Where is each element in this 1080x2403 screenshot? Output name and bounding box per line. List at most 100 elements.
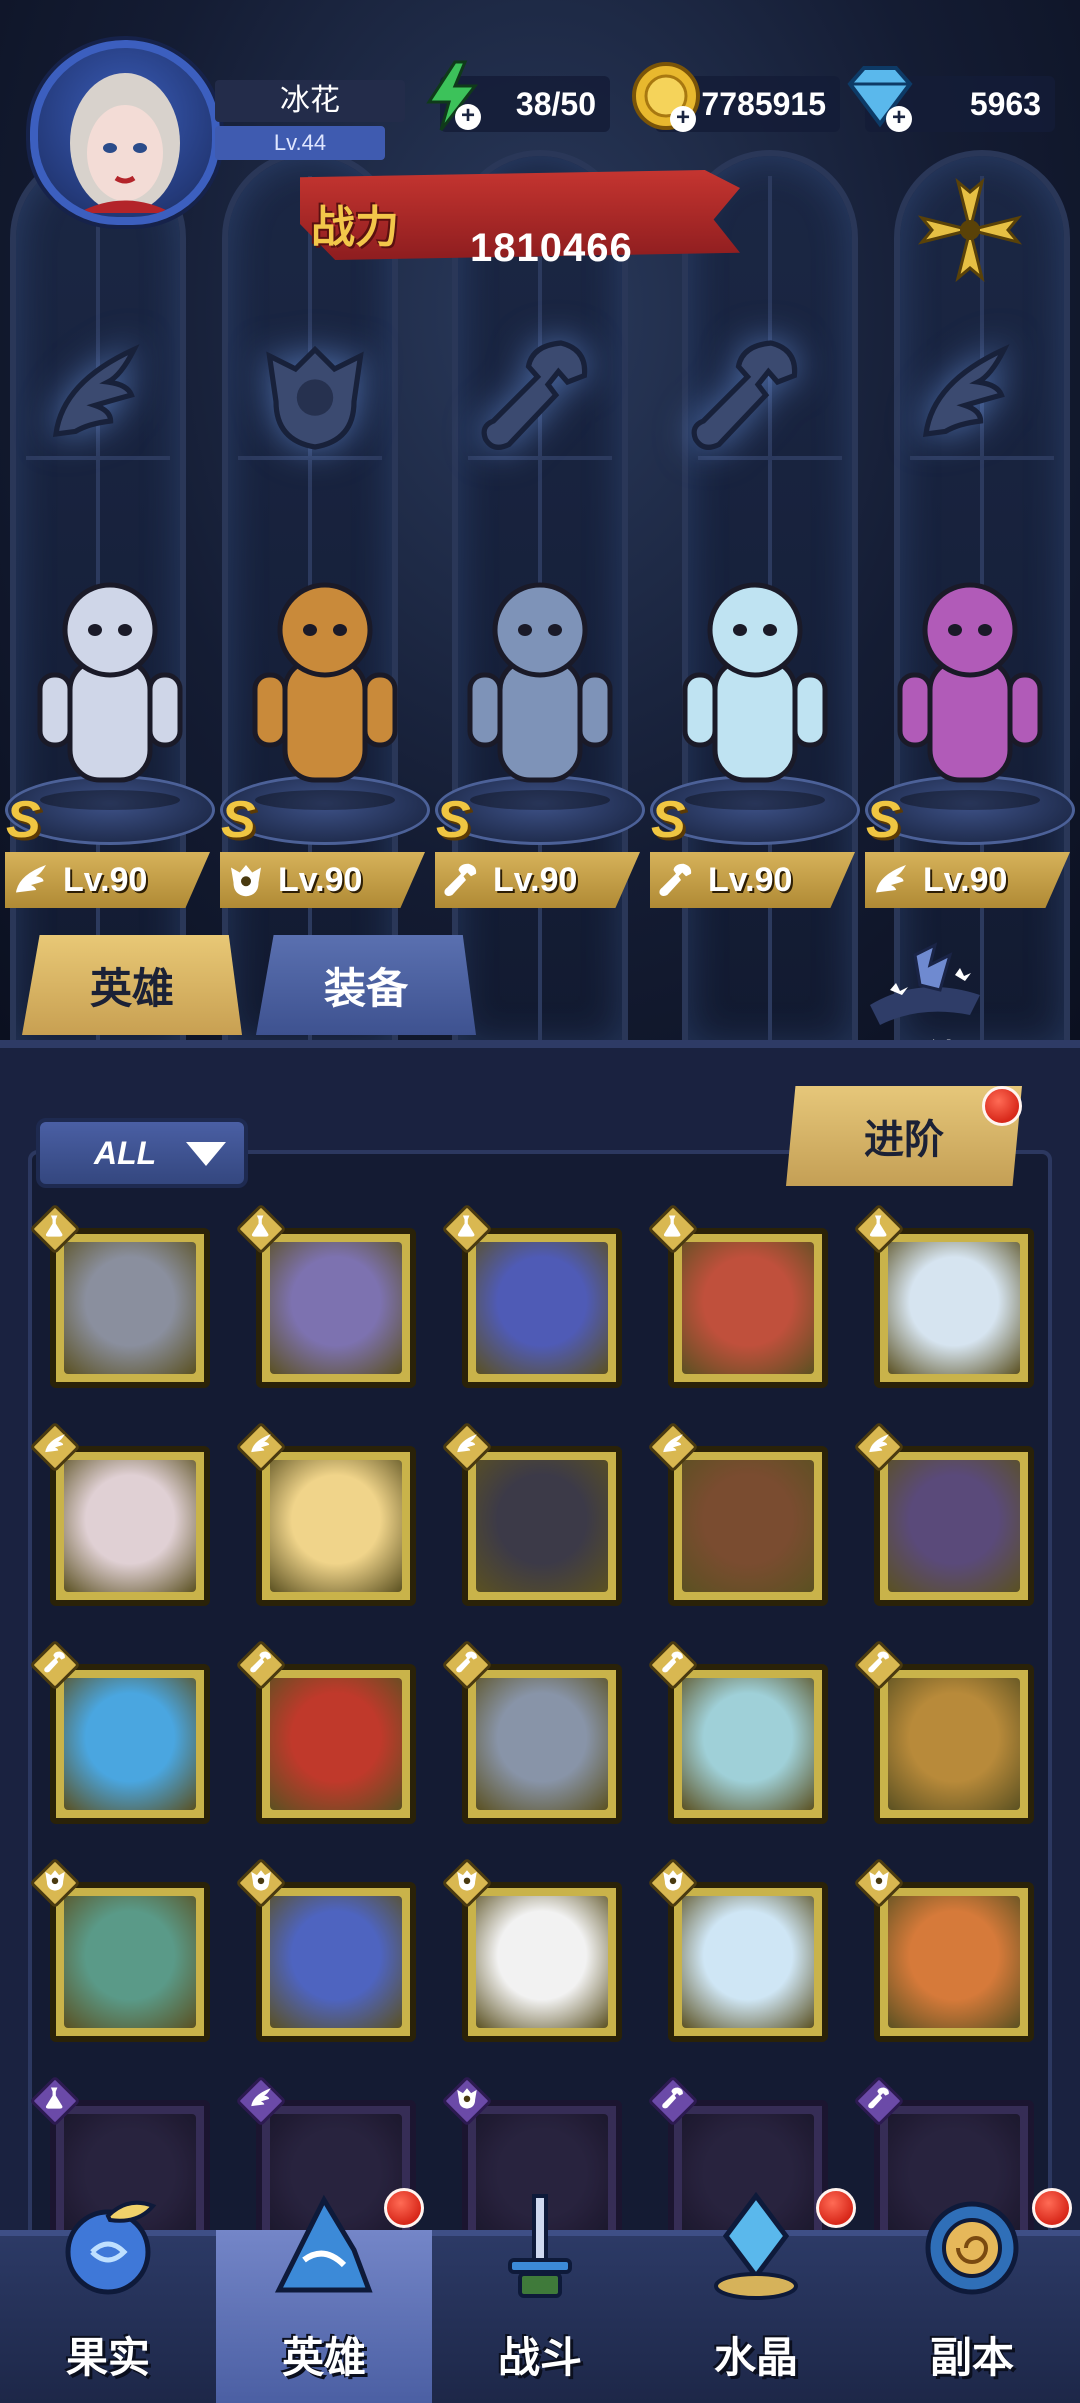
hero-portrait bbox=[476, 1242, 608, 1374]
rank-badge: S bbox=[436, 791, 471, 849]
nav-label: 副本 bbox=[929, 2334, 1014, 2381]
power-label: 战力 bbox=[311, 203, 399, 252]
energy-value: 38/50 bbox=[515, 85, 596, 122]
beast-icon bbox=[441, 1857, 493, 1909]
hero-portrait bbox=[476, 1896, 608, 2028]
chevron-down-icon[interactable] bbox=[186, 1142, 226, 1166]
wrench-icon bbox=[853, 2075, 905, 2127]
wrench-icon bbox=[647, 1639, 699, 1691]
settings-flower-icon[interactable] bbox=[910, 170, 1030, 290]
nav-label: 水晶 bbox=[713, 2334, 798, 2381]
power-badge: 战力 bbox=[295, 178, 415, 268]
wrench-icon bbox=[853, 1639, 905, 1691]
hero-portrait bbox=[682, 1678, 814, 1810]
wrench-icon bbox=[441, 1639, 493, 1691]
nav-label: 英雄 bbox=[281, 2334, 366, 2381]
flask-icon bbox=[853, 1203, 905, 1255]
hero-portrait bbox=[476, 1460, 608, 1592]
rank-badge: S bbox=[221, 791, 256, 849]
nav-label: 果实 bbox=[65, 2334, 150, 2381]
team-hero-figure[interactable] bbox=[10, 550, 210, 810]
hero-hat-icon bbox=[264, 2190, 384, 2310]
add-gems-button[interactable]: + bbox=[886, 106, 912, 132]
nav-alert-dot bbox=[1032, 2188, 1072, 2228]
crystal-icon bbox=[696, 2186, 816, 2306]
wing-icon bbox=[235, 1421, 287, 1473]
wrench-icon bbox=[29, 1639, 81, 1691]
filter-label: ALL bbox=[94, 1134, 157, 1171]
nav-item[interactable]: 副本 bbox=[864, 2186, 1080, 2403]
beast-icon bbox=[221, 852, 271, 908]
wing-icon bbox=[866, 852, 916, 908]
tab-equipment-label: 装备 bbox=[323, 964, 408, 1012]
beast-icon bbox=[853, 1857, 905, 1909]
wing-icon bbox=[29, 1421, 81, 1473]
hero-portrait bbox=[888, 1896, 1020, 2028]
wrench-emblem-icon bbox=[680, 330, 810, 460]
add-gold-button[interactable]: + bbox=[670, 106, 696, 132]
team-hero-figure[interactable] bbox=[655, 550, 855, 810]
wrench-icon bbox=[647, 2075, 699, 2127]
dungeon-icon bbox=[912, 2186, 1032, 2306]
flask-icon bbox=[441, 1203, 493, 1255]
nav-item[interactable]: 水晶 bbox=[648, 2186, 864, 2403]
flask-icon bbox=[647, 1203, 699, 1255]
wing-emblem-icon bbox=[30, 330, 160, 460]
wing-icon bbox=[647, 1421, 699, 1473]
hero-portrait bbox=[270, 1242, 402, 1374]
diamond-icon[interactable]: + bbox=[842, 58, 918, 134]
hero-portrait bbox=[64, 1242, 196, 1374]
player-name: 冰花 bbox=[215, 80, 405, 122]
hero-portrait bbox=[682, 1242, 814, 1374]
gem-value: 5963 bbox=[969, 85, 1041, 122]
nav-label: 战斗 bbox=[497, 2334, 582, 2381]
player-avatar[interactable] bbox=[30, 40, 220, 225]
hero-portrait bbox=[682, 1460, 814, 1592]
sword-icon bbox=[480, 2186, 600, 2306]
tab-heroes-label: 英雄 bbox=[89, 964, 174, 1012]
team-hero-figure[interactable] bbox=[440, 550, 640, 810]
hero-portrait bbox=[888, 1460, 1020, 1592]
hero-portrait bbox=[270, 1678, 402, 1810]
nav-item[interactable]: 英雄 bbox=[216, 2188, 432, 2403]
rank-badge: S bbox=[6, 791, 41, 849]
wing-icon bbox=[235, 2075, 287, 2127]
advance-label: 进阶 bbox=[864, 1118, 944, 1162]
hero-portrait bbox=[64, 1460, 196, 1592]
hero-portrait bbox=[64, 1896, 196, 2028]
tab-equipment[interactable]: 装备 bbox=[256, 935, 476, 1035]
flask-icon bbox=[29, 2075, 81, 2127]
team-hero-figure[interactable] bbox=[870, 550, 1070, 810]
wrench-icon bbox=[436, 852, 486, 908]
wing-icon bbox=[441, 1421, 493, 1473]
energy-icon[interactable]: + bbox=[415, 58, 491, 134]
flask-icon bbox=[29, 1203, 81, 1255]
wrench-emblem-icon bbox=[470, 330, 600, 460]
wrench-icon bbox=[235, 1639, 287, 1691]
wing-icon bbox=[6, 852, 56, 908]
beast-icon bbox=[29, 1857, 81, 1909]
gold-coin-icon[interactable]: + bbox=[628, 58, 704, 134]
nav-alert-dot bbox=[384, 2188, 424, 2228]
rank-badge: S bbox=[866, 791, 901, 849]
hero-portrait bbox=[476, 1678, 608, 1810]
nav-alert-dot bbox=[816, 2188, 856, 2228]
wrench-icon bbox=[651, 852, 701, 908]
gold-value: 7785915 bbox=[701, 85, 826, 122]
nav-item[interactable]: 战斗 bbox=[432, 2186, 648, 2403]
tab-heroes[interactable]: 英雄 bbox=[22, 935, 242, 1035]
wing-icon bbox=[853, 1421, 905, 1473]
team-hero-figure[interactable] bbox=[225, 550, 425, 810]
hero-portrait bbox=[64, 1678, 196, 1810]
power-value: 1810466 bbox=[470, 226, 633, 270]
beast-emblem-icon bbox=[250, 330, 380, 460]
hero-portrait bbox=[270, 1896, 402, 2028]
beast-icon bbox=[441, 2075, 493, 2127]
advance-alert-dot bbox=[982, 1086, 1022, 1126]
nav-item[interactable]: 果实 bbox=[0, 2186, 216, 2403]
player-level: Lv.44 bbox=[215, 126, 385, 160]
hero-portrait bbox=[270, 1460, 402, 1592]
fruit-icon bbox=[48, 2186, 168, 2306]
hero-portrait bbox=[888, 1242, 1020, 1374]
add-energy-button[interactable]: + bbox=[455, 104, 481, 130]
